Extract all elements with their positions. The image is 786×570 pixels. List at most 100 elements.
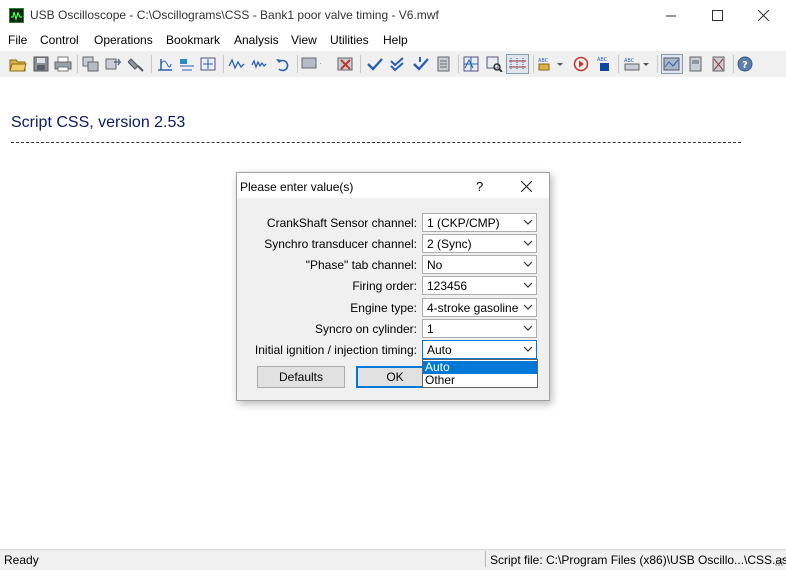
marker-icon[interactable] — [177, 54, 197, 74]
zoom-icon[interactable] — [301, 54, 321, 74]
chevron-down-icon — [523, 346, 533, 352]
maximize-icon — [711, 10, 723, 21]
save-icon[interactable] — [31, 54, 51, 74]
stop-icon[interactable]: ABC — [595, 54, 615, 74]
menu-control[interactable]: Control — [40, 33, 79, 47]
select-value: 1 (CKP/CMP) — [427, 216, 500, 230]
mark-icon[interactable]: ABC — [622, 54, 654, 74]
field-label: "Phase" tab channel: — [305, 258, 417, 272]
menu-bookmark[interactable]: Bookmark — [166, 33, 220, 47]
paste-icon[interactable] — [127, 54, 147, 74]
synchro-channel-select[interactable]: 2 (Sync) — [422, 234, 537, 253]
select-value: 123456 — [427, 279, 468, 293]
view-icon[interactable] — [661, 54, 683, 74]
grid-icon[interactable] — [462, 54, 482, 74]
dialog-help-button[interactable]: ? — [476, 179, 483, 194]
svg-text:ABC: ABC — [624, 58, 635, 64]
select-value: No — [427, 258, 443, 272]
chevron-down-icon — [523, 219, 533, 225]
copy-icon[interactable] — [81, 54, 101, 74]
window-title: USB Oscilloscope - C:\Oscillograms\CSS -… — [30, 8, 439, 22]
menu-analysis[interactable]: Analysis — [234, 33, 279, 47]
minimize-icon — [665, 15, 676, 17]
toolbar-separator — [533, 55, 534, 73]
field-label: Syncro on cylinder: — [314, 322, 417, 336]
play-icon[interactable] — [572, 54, 592, 74]
wave-icon[interactable] — [227, 54, 247, 74]
toolbar-separator — [151, 55, 152, 73]
toolbar-separator — [458, 55, 459, 73]
engine-type-select[interactable]: 4-stroke gasoline — [422, 298, 537, 317]
check-all-icon[interactable] — [388, 54, 408, 74]
close-icon — [757, 10, 769, 21]
menu-operations[interactable]: Operations — [94, 33, 153, 47]
undo-icon[interactable] — [273, 54, 293, 74]
script-file-status: Script file: C:\Program Files (x86)\USB … — [490, 553, 786, 567]
layout-icon[interactable] — [686, 54, 706, 74]
print-icon[interactable] — [53, 54, 73, 74]
field-label: Firing order: — [352, 279, 417, 293]
dialog-title: Please enter value(s) — [240, 180, 354, 194]
menu-file[interactable]: File — [8, 33, 27, 47]
timing-dropdown-list: Auto Other — [422, 359, 538, 388]
close-button[interactable] — [740, 0, 786, 31]
export-icon[interactable] — [104, 54, 124, 74]
defaults-button[interactable]: Defaults — [257, 366, 345, 388]
select-value: 1 — [427, 322, 434, 336]
measure-icon[interactable] — [199, 54, 219, 74]
resize-grip-icon[interactable] — [774, 557, 784, 567]
phase-tab-channel-select[interactable]: No — [422, 255, 537, 274]
chevron-down-icon — [523, 304, 533, 310]
field-label: Initial ignition / injection timing: — [254, 343, 417, 357]
toolbar-separator — [733, 55, 734, 73]
dropdown-option-other[interactable]: Other — [423, 374, 537, 387]
field-label: Synchro transducer channel: — [264, 237, 417, 251]
document-icon[interactable] — [434, 54, 454, 74]
separator-line — [11, 142, 741, 143]
status-text: Ready — [4, 553, 39, 567]
chevron-down-icon — [523, 261, 533, 267]
field-label: CrankShaft Sensor channel: — [266, 216, 417, 230]
toolbar-separator — [297, 55, 298, 73]
script-title: Script CSS, version 2.53 — [11, 114, 186, 131]
crankshaft-channel-select[interactable]: 1 (CKP/CMP) — [422, 213, 537, 232]
toolbar-separator — [223, 55, 224, 73]
svg-text:ABC: ABC — [597, 57, 608, 63]
delete-icon[interactable] — [336, 54, 356, 74]
zoom-in-icon[interactable] — [485, 54, 505, 74]
help-icon[interactable]: ? — [736, 54, 756, 74]
field-label: Engine type: — [350, 301, 417, 315]
waveform-compare-icon[interactable] — [506, 54, 529, 74]
status-separator — [485, 551, 486, 567]
minimize-button[interactable] — [648, 0, 694, 31]
toolbar-separator — [360, 55, 361, 73]
menu-help[interactable]: Help — [383, 33, 408, 47]
syncro-cylinder-select[interactable]: 1 — [422, 319, 537, 338]
firing-order-select[interactable]: 123456 — [422, 276, 537, 295]
close-icon — [520, 180, 532, 192]
record-icon[interactable]: ABC — [536, 54, 568, 74]
toolbar-separator — [77, 55, 78, 73]
check-down-icon[interactable] — [411, 54, 431, 74]
oscilloscope-app-icon — [9, 8, 24, 23]
menu-utilities[interactable]: Utilities — [330, 33, 369, 47]
channel-icon[interactable] — [709, 54, 729, 74]
toolbar-separator — [657, 55, 658, 73]
select-value: 2 (Sync) — [427, 237, 472, 251]
toolbar-separator — [618, 55, 619, 73]
ignition-timing-select[interactable]: Auto — [422, 340, 537, 359]
chevron-down-icon — [523, 240, 533, 246]
check-icon[interactable] — [365, 54, 385, 74]
open-icon[interactable] — [8, 54, 28, 74]
cursor-icon[interactable] — [155, 54, 175, 74]
menu-view[interactable]: View — [291, 33, 317, 47]
select-value: 4-stroke gasoline — [427, 301, 519, 315]
chevron-down-icon — [523, 325, 533, 331]
wave2-icon[interactable] — [250, 54, 270, 74]
svg-text:?: ? — [742, 60, 748, 71]
chevron-down-icon — [523, 282, 533, 288]
svg-text:ABC: ABC — [538, 58, 549, 64]
select-value: Auto — [427, 343, 452, 357]
dialog-close-button[interactable] — [516, 176, 536, 196]
maximize-button[interactable] — [694, 0, 740, 31]
